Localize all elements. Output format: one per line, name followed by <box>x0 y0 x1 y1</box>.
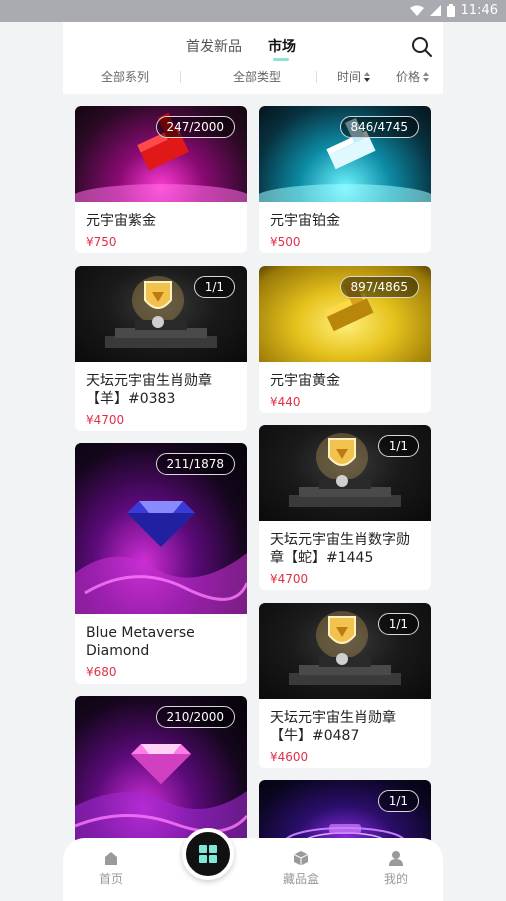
filter-all-series[interactable]: 全部系列 <box>101 68 149 85</box>
edition-badge: 846/4745 <box>339 116 419 138</box>
edition-badge: 897/4865 <box>339 276 419 298</box>
product-card[interactable]: 897/4865 元宇宙黄金 ¥440 <box>259 266 431 413</box>
tab-market[interactable]: 市场 <box>268 36 296 56</box>
edition-badge: 1/1 <box>377 790 419 812</box>
product-price: ¥440 <box>270 395 301 409</box>
signal-icon <box>429 5 441 16</box>
edition-badge: 210/2000 <box>155 706 235 728</box>
sort-price-label: 价格 <box>396 70 421 84</box>
product-card[interactable]: 1/1 天坛元宇宙生肖勋章【牛】#0487 ¥4600 <box>259 603 431 768</box>
search-icon[interactable] <box>411 36 433 58</box>
edition-badge: 211/1878 <box>155 453 235 475</box>
product-price: ¥680 <box>86 665 117 679</box>
product-image: 1/1 <box>75 266 247 362</box>
product-title: 天坛元宇宙生肖勋章【羊】#0383 <box>86 373 212 407</box>
product-price: ¥750 <box>86 235 117 249</box>
nav-profile-label: 我的 <box>383 872 408 886</box>
product-price: ¥4700 <box>86 413 125 427</box>
nav-collection-box-label: 藏品盒 <box>282 872 319 886</box>
tab-bar: 首发新品 市场 <box>63 36 443 62</box>
product-title: 元宇宙铂金 <box>270 213 340 229</box>
product-title: 天坛元宇宙生肖数字勋章【蛇】#1445 <box>270 532 410 566</box>
product-title: Blue Metaverse Diamond <box>86 625 195 659</box>
nav-home-label: 首页 <box>98 872 123 886</box>
product-image: 897/4865 <box>259 266 431 362</box>
sort-time-label: 时间 <box>337 70 362 84</box>
product-card[interactable]: 247/2000 元宇宙紫金 ¥750 <box>75 106 247 253</box>
nav-collection-box[interactable]: 藏品盒 <box>271 850 331 887</box>
box-icon <box>271 850 331 866</box>
filter-all-series-label: 全部系列 <box>101 70 150 84</box>
product-card[interactable]: 846/4745 元宇宙铂金 ¥500 <box>259 106 431 253</box>
product-card[interactable]: 211/1878 Blue Metaverse Diamond ¥680 <box>75 443 247 684</box>
edition-badge: 1/1 <box>193 276 235 298</box>
filter-all-types-label: 全部类型 <box>233 70 282 84</box>
product-image: 211/1878 <box>75 443 247 614</box>
product-price: ¥4600 <box>270 750 309 764</box>
product-card[interactable]: 1/1 天坛元宇宙生肖数字勋章【蛇】#1445 ¥4700 <box>259 425 431 590</box>
battery-icon <box>446 4 455 17</box>
sort-arrows-icon <box>423 71 430 82</box>
filter-all-types[interactable]: 全部类型 <box>233 68 281 85</box>
divider <box>180 71 181 83</box>
header: 首发新品 市场 全部系列 全部类型 时间 价格 <box>63 22 443 94</box>
sort-time[interactable]: 时间 <box>337 68 371 85</box>
product-title: 元宇宙黄金 <box>270 373 340 389</box>
product-card[interactable]: 1/1 天坛元宇宙生肖勋章【羊】#0383 ¥4700 <box>75 266 247 431</box>
product-image: 1/1 <box>259 603 431 699</box>
product-image: 247/2000 <box>75 106 247 202</box>
nav-profile[interactable]: 我的 <box>366 850 426 887</box>
wifi-icon <box>409 5 424 16</box>
center-grid-button[interactable] <box>182 828 234 880</box>
tab-new-releases[interactable]: 首发新品 <box>186 36 242 56</box>
home-icon <box>81 850 141 866</box>
product-title: 天坛元宇宙生肖勋章【牛】#0487 <box>270 710 396 744</box>
filter-bar: 全部系列 全部类型 时间 价格 <box>63 68 443 88</box>
product-price: ¥500 <box>270 235 301 249</box>
status-time: 11:46 <box>460 3 498 18</box>
product-image: 1/1 <box>259 425 431 521</box>
status-bar: 11:46 <box>0 0 506 22</box>
nav-home[interactable]: 首页 <box>81 850 141 887</box>
sort-price[interactable]: 价格 <box>396 68 430 85</box>
edition-badge: 1/1 <box>377 435 419 457</box>
active-tab-indicator <box>273 58 289 61</box>
divider <box>316 71 317 83</box>
bottom-nav: 首页 藏品盒 我的 <box>63 828 443 901</box>
user-icon <box>366 850 426 866</box>
product-title: 元宇宙紫金 <box>86 213 156 229</box>
sort-arrows-icon <box>364 71 371 82</box>
status-icons: 11:46 <box>409 3 498 18</box>
product-price: ¥4700 <box>270 572 309 586</box>
product-image: 846/4745 <box>259 106 431 202</box>
edition-badge: 247/2000 <box>155 116 235 138</box>
edition-badge: 1/1 <box>377 613 419 635</box>
